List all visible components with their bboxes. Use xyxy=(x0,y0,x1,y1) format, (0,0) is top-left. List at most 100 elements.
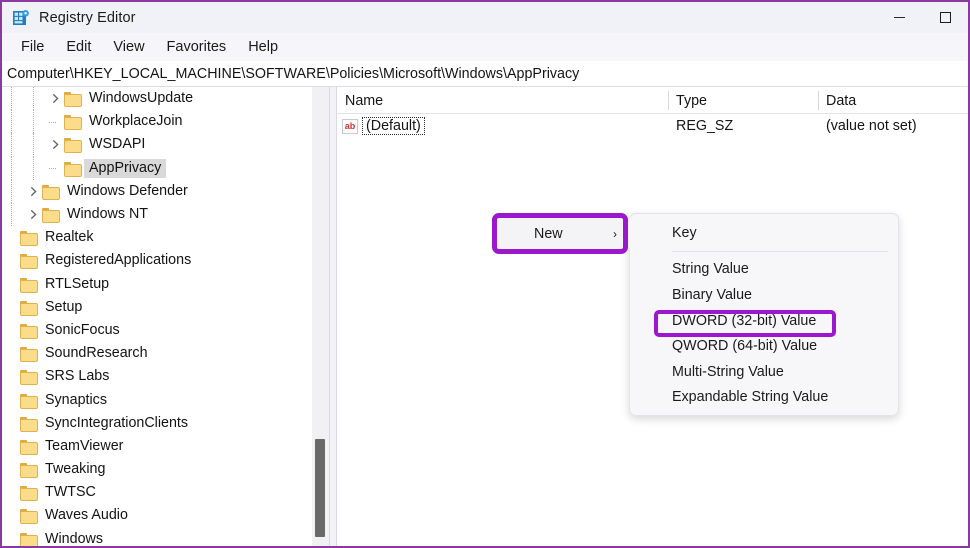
tree-no-expander xyxy=(4,435,19,458)
value-data-cell: (value not set) xyxy=(826,118,917,134)
folder-icon xyxy=(63,114,82,131)
menu-item-favorites[interactable]: Favorites xyxy=(156,37,238,57)
tree-item-waves-audio[interactable]: Waves Audio xyxy=(2,504,312,527)
tree-item-registeredapplications[interactable]: RegisteredApplications xyxy=(2,249,312,272)
tree-no-expander xyxy=(4,319,19,342)
tree-item-soundresearch[interactable]: SoundResearch xyxy=(2,342,312,365)
submenu-item-qword-64-bit-value[interactable]: QWORD (64-bit) Value xyxy=(630,333,898,359)
tree-item-realtek[interactable]: Realtek xyxy=(2,226,312,249)
tree-indent-guide xyxy=(33,156,34,180)
tree-scrollbar-thumb[interactable] xyxy=(315,439,325,537)
tree-item-label: Windows NT xyxy=(67,206,149,223)
column-header-name[interactable]: Name xyxy=(337,87,667,114)
value-type-cell: REG_SZ xyxy=(676,118,734,134)
tree-item-workplacejoin[interactable]: WorkplaceJoin xyxy=(2,110,312,134)
tree-item-label: SoundResearch xyxy=(45,345,148,362)
tree-item-label: SonicFocus xyxy=(45,321,120,338)
window-title: Registry Editor xyxy=(39,9,136,26)
tree-item-label: WindowsUpdate xyxy=(89,90,194,107)
tree-item-synaptics[interactable]: Synaptics xyxy=(2,388,312,411)
menu-item-edit[interactable]: Edit xyxy=(55,37,102,57)
tree-item-label: Setup xyxy=(45,298,83,315)
tree-item-windowsupdate[interactable]: WindowsUpdate xyxy=(2,87,312,111)
tree-item-label: TeamViewer xyxy=(45,437,124,454)
folder-icon xyxy=(19,369,38,386)
string-value-icon: ab xyxy=(342,118,358,134)
tree-item-windows-nt[interactable]: Windows NT xyxy=(2,202,312,227)
folder-icon xyxy=(19,277,38,293)
submenu-item-expandable-string-value[interactable]: Expandable String Value xyxy=(630,385,898,411)
tree-item-syncintegrationclients[interactable]: SyncIntegrationClients xyxy=(2,412,312,435)
chevron-right-icon[interactable] xyxy=(48,133,63,156)
column-separator[interactable] xyxy=(818,91,819,110)
tree-item-sonicfocus[interactable]: SonicFocus xyxy=(2,319,312,342)
tree-item-windows[interactable]: Windows xyxy=(2,528,312,547)
tree-item-srs-labs[interactable]: SRS Labs xyxy=(2,365,312,388)
registry-tree[interactable]: WindowsUpdate WorkplaceJoin WSDAPI AppPriva… xyxy=(2,87,312,547)
tree-item-twtsc[interactable]: TWTSC xyxy=(2,481,312,504)
value-name-label: (Default) xyxy=(362,117,425,135)
chevron-right-icon[interactable] xyxy=(26,180,41,203)
column-header-data[interactable]: Data xyxy=(818,87,968,114)
folder-icon xyxy=(19,462,38,479)
tree-indent-guide xyxy=(11,110,12,134)
tree-item-label: Windows xyxy=(45,530,103,547)
tree-item-wsdapi[interactable]: WSDAPI xyxy=(2,133,312,157)
tree-no-expander xyxy=(4,365,19,388)
tree-no-expander xyxy=(4,226,19,249)
column-header-type[interactable]: Type xyxy=(668,87,817,114)
folder-icon xyxy=(19,439,38,455)
tree-indent-guide xyxy=(33,110,34,134)
new-value-submenu[interactable]: Key String Value Binary Value DWORD (32-bit… xyxy=(629,213,899,416)
address-bar[interactable]: Computer\HKEY_LOCAL_MACHINE\SOFTWARE\Pol… xyxy=(2,61,968,87)
menu-item-file[interactable]: File xyxy=(10,37,55,57)
submenu-item-multi-string-value[interactable]: Multi-String Value xyxy=(630,359,898,385)
menu-item-view[interactable]: View xyxy=(102,37,155,57)
submenu-separator xyxy=(672,250,888,252)
context-menu-item-new-label: New xyxy=(534,226,563,242)
title-bar: Registry Editor xyxy=(2,2,968,33)
chevron-right-icon[interactable] xyxy=(48,87,63,110)
chevron-right-icon[interactable] xyxy=(26,203,41,226)
chevron-right-icon: › xyxy=(613,227,617,241)
submenu-item-binary-value[interactable]: Binary Value xyxy=(630,282,898,308)
registry-path: Computer\HKEY_LOCAL_MACHINE\SOFTWARE\Pol… xyxy=(7,65,580,82)
tree-no-expander xyxy=(4,273,19,296)
tree-scrollbar[interactable] xyxy=(312,87,329,546)
tree-indent-guide xyxy=(33,133,34,157)
tree-indent-guide xyxy=(11,179,12,203)
submenu-item-key[interactable]: Key xyxy=(630,220,898,246)
folder-icon xyxy=(19,346,38,363)
context-menu-item-new[interactable]: New › xyxy=(498,218,630,250)
value-name-cell: ab (Default) xyxy=(342,117,425,135)
tree-no-expander xyxy=(4,458,19,481)
window-controls xyxy=(876,2,968,33)
folder-icon xyxy=(63,161,82,177)
tree-item-rtlsetup[interactable]: RTLSetup xyxy=(2,273,312,296)
tree-item-windows-defender[interactable]: Windows Defender xyxy=(2,179,312,203)
tree-item-teamviewer[interactable]: TeamViewer xyxy=(2,435,312,458)
list-column-headers: Name Type Data xyxy=(337,87,968,114)
folder-icon xyxy=(63,137,82,154)
table-row[interactable]: ab (Default) REG_SZ (value not set) xyxy=(337,114,968,138)
folder-icon xyxy=(19,508,38,525)
tree-no-expander xyxy=(4,296,19,319)
folder-icon xyxy=(19,393,38,409)
submenu-item-string-value[interactable]: String Value xyxy=(630,257,898,283)
column-separator[interactable] xyxy=(668,91,669,110)
maximize-button[interactable] xyxy=(922,2,968,33)
tree-item-label: SRS Labs xyxy=(45,368,110,385)
menu-item-help[interactable]: Help xyxy=(237,37,289,57)
tree-item-label: RegisteredApplications xyxy=(45,252,192,269)
tree-item-setup[interactable]: Setup xyxy=(2,296,312,319)
tree-item-appprivacy[interactable]: AppPrivacy xyxy=(2,156,312,180)
tree-item-label: TWTSC xyxy=(45,484,96,501)
tree-no-expander xyxy=(4,249,19,272)
tree-item-tweaking[interactable]: Tweaking xyxy=(2,458,312,481)
submenu-item-dword-32-bit-value[interactable]: DWORD (32-bit) Value xyxy=(630,308,898,334)
tree-no-expander xyxy=(4,481,19,504)
pane-splitter[interactable] xyxy=(329,87,337,546)
tree-no-expander xyxy=(4,342,19,365)
minimize-button[interactable] xyxy=(876,2,922,33)
tree-no-expander xyxy=(4,504,19,527)
